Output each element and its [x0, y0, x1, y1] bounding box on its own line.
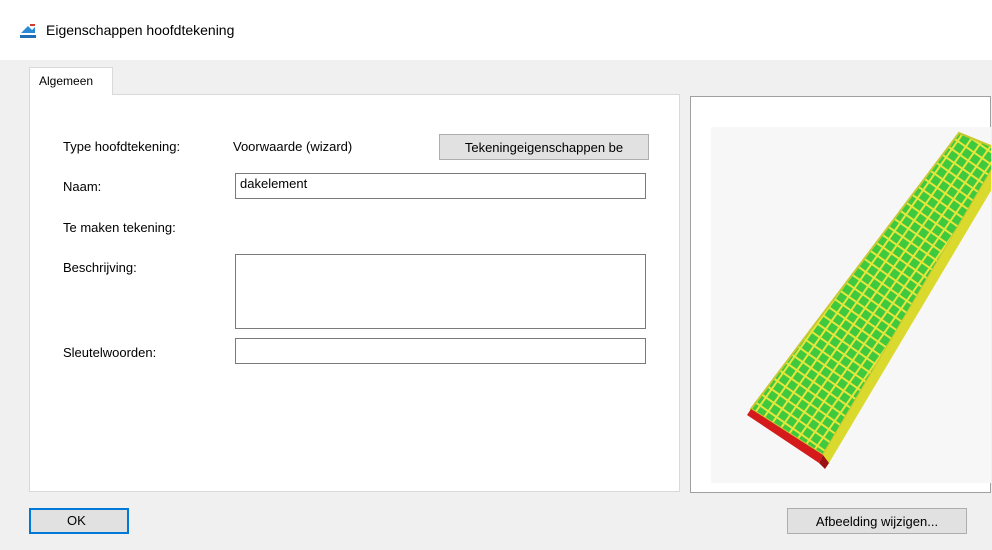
description-field[interactable]	[235, 254, 646, 329]
keywords-field[interactable]	[235, 338, 646, 364]
drawing-properties-button[interactable]: Tekeningeigenschappen be	[439, 134, 649, 160]
name-field[interactable]: dakelement	[235, 173, 646, 199]
type-value: Voorwaarde (wizard)	[233, 139, 353, 154]
window-title: Eigenschappen hoofdtekening	[46, 22, 235, 38]
preview-canvas	[711, 127, 992, 483]
roof-element-3d-preview	[747, 131, 992, 469]
app-drawing-icon	[20, 24, 36, 38]
ok-button[interactable]: OK	[29, 508, 129, 534]
change-image-button[interactable]: Afbeelding wijzigen...	[787, 508, 967, 534]
title-bar: Eigenschappen hoofdtekening	[0, 0, 992, 60]
tab-algemeen[interactable]: Algemeen	[29, 67, 113, 95]
type-label: Type hoofdtekening:	[63, 139, 181, 154]
create-drawing-label: Te maken tekening:	[63, 220, 176, 235]
name-label: Naam:	[63, 179, 102, 194]
tab-label: Algemeen	[39, 74, 94, 88]
general-panel: Type hoofdtekening: Voorwaarde (wizard) …	[29, 94, 680, 492]
keywords-label: Sleutelwoorden:	[63, 345, 157, 360]
preview-frame	[690, 96, 992, 493]
ok-label: OK	[67, 513, 86, 528]
description-label: Beschrijving:	[63, 260, 137, 275]
